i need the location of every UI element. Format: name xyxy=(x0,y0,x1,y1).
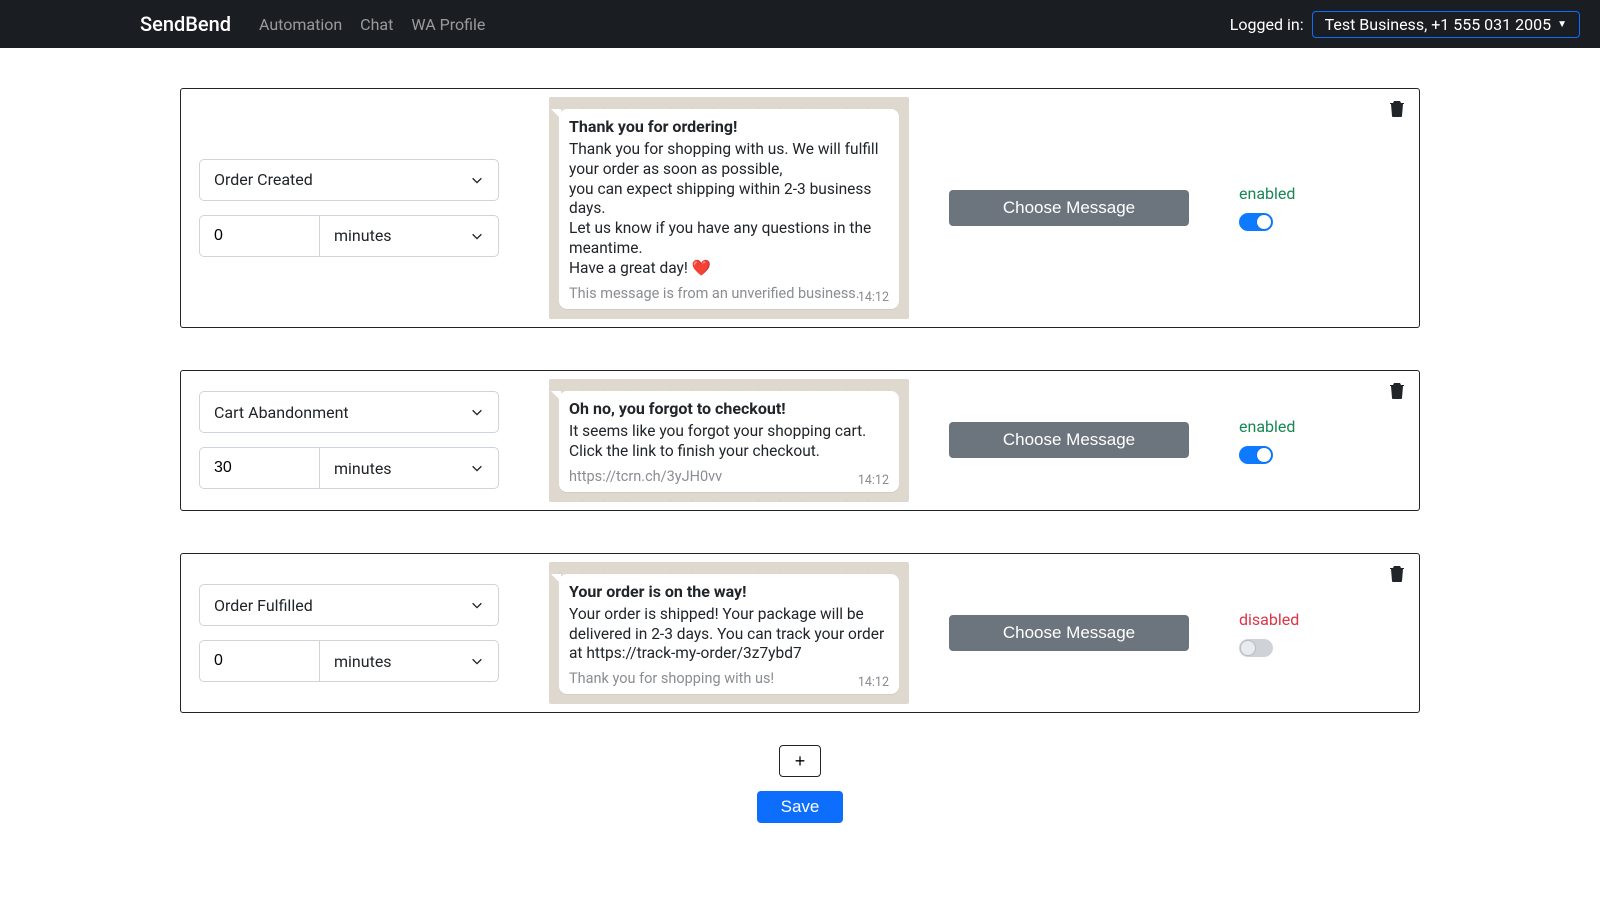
status-label: enabled xyxy=(1239,417,1295,436)
nav-link-wa-profile[interactable]: WA Profile xyxy=(411,15,485,34)
delay-value-input[interactable] xyxy=(199,640,319,682)
message-footer: https://tcrn.ch/3yJH0vv xyxy=(569,468,889,486)
message-title: Your order is on the way! xyxy=(569,582,889,601)
choose-message-button[interactable]: Choose Message xyxy=(949,422,1189,458)
caret-down-icon: ▼ xyxy=(1557,19,1567,30)
delay-unit-select[interactable]: minutes xyxy=(319,640,499,682)
choose-message-button[interactable]: Choose Message xyxy=(949,190,1189,226)
account-dropdown[interactable]: Test Business, +1 555 031 2005 ▼ xyxy=(1312,11,1580,38)
automation-rule-card: Cart Abandonment minutes Oh no, you forg… xyxy=(180,370,1420,511)
enable-toggle[interactable] xyxy=(1239,213,1273,231)
chevron-down-icon xyxy=(470,229,484,243)
account-name: Test Business, +1 555 031 2005 xyxy=(1325,15,1552,34)
message-title: Oh no, you forgot to checkout! xyxy=(569,399,889,418)
brand-logo[interactable]: SendBend xyxy=(140,12,231,36)
trigger-select[interactable]: Order Created xyxy=(199,159,499,201)
message-preview: Your order is on the way! Your order is … xyxy=(549,562,909,705)
delay-unit-select[interactable]: minutes xyxy=(319,215,499,257)
message-body: Your order is shipped! Your package will… xyxy=(569,605,889,664)
message-time: 14:12 xyxy=(858,675,889,690)
message-body: It seems like you forgot your shopping c… xyxy=(569,422,889,462)
delete-rule-button[interactable] xyxy=(1389,564,1405,582)
message-time: 14:12 xyxy=(858,290,889,305)
trigger-select[interactable]: Cart Abandonment xyxy=(199,391,499,433)
message-body: Thank you for shopping with us. We will … xyxy=(569,140,889,279)
message-preview: Thank you for ordering! Thank you for sh… xyxy=(549,97,909,319)
delay-unit-select[interactable]: minutes xyxy=(319,447,499,489)
message-time: 14:12 xyxy=(858,473,889,488)
delay-value-input[interactable] xyxy=(199,215,319,257)
message-footer: This message is from an unverified busin… xyxy=(569,285,889,303)
choose-message-button[interactable]: Choose Message xyxy=(949,615,1189,651)
add-rule-button[interactable]: + xyxy=(779,745,821,777)
message-title: Thank you for ordering! xyxy=(569,117,889,136)
save-button[interactable]: Save xyxy=(757,791,844,823)
chevron-down-icon xyxy=(470,598,484,612)
chevron-down-icon xyxy=(470,173,484,187)
delay-value-input[interactable] xyxy=(199,447,319,489)
status-label: disabled xyxy=(1239,610,1299,629)
automation-rules-container: Order Created minutes Thank you for orde… xyxy=(170,48,1430,843)
nav-link-chat[interactable]: Chat xyxy=(360,15,393,34)
automation-rule-card: Order Created minutes Thank you for orde… xyxy=(180,88,1420,328)
trigger-select-value: Order Created xyxy=(214,170,313,189)
logged-in-label: Logged in: xyxy=(1230,15,1304,34)
delete-rule-button[interactable] xyxy=(1389,99,1405,117)
nav-link-automation[interactable]: Automation xyxy=(259,15,342,34)
trigger-select-value: Order Fulfilled xyxy=(214,596,313,615)
automation-rule-card: Order Fulfilled minutes Your order is on… xyxy=(180,553,1420,714)
trigger-select[interactable]: Order Fulfilled xyxy=(199,584,499,626)
top-navbar: SendBend Automation Chat WA Profile Logg… xyxy=(0,0,1600,48)
delete-rule-button[interactable] xyxy=(1389,381,1405,399)
enable-toggle[interactable] xyxy=(1239,639,1273,657)
enable-toggle[interactable] xyxy=(1239,446,1273,464)
message-footer: Thank you for shopping with us! xyxy=(569,670,889,688)
delay-unit-value: minutes xyxy=(334,459,392,478)
chevron-down-icon xyxy=(470,654,484,668)
message-preview: Oh no, you forgot to checkout! It seems … xyxy=(549,379,909,502)
chevron-down-icon xyxy=(470,405,484,419)
chevron-down-icon xyxy=(470,461,484,475)
status-label: enabled xyxy=(1239,184,1295,203)
delay-unit-value: minutes xyxy=(334,652,392,671)
delay-unit-value: minutes xyxy=(334,226,392,245)
trigger-select-value: Cart Abandonment xyxy=(214,403,349,422)
